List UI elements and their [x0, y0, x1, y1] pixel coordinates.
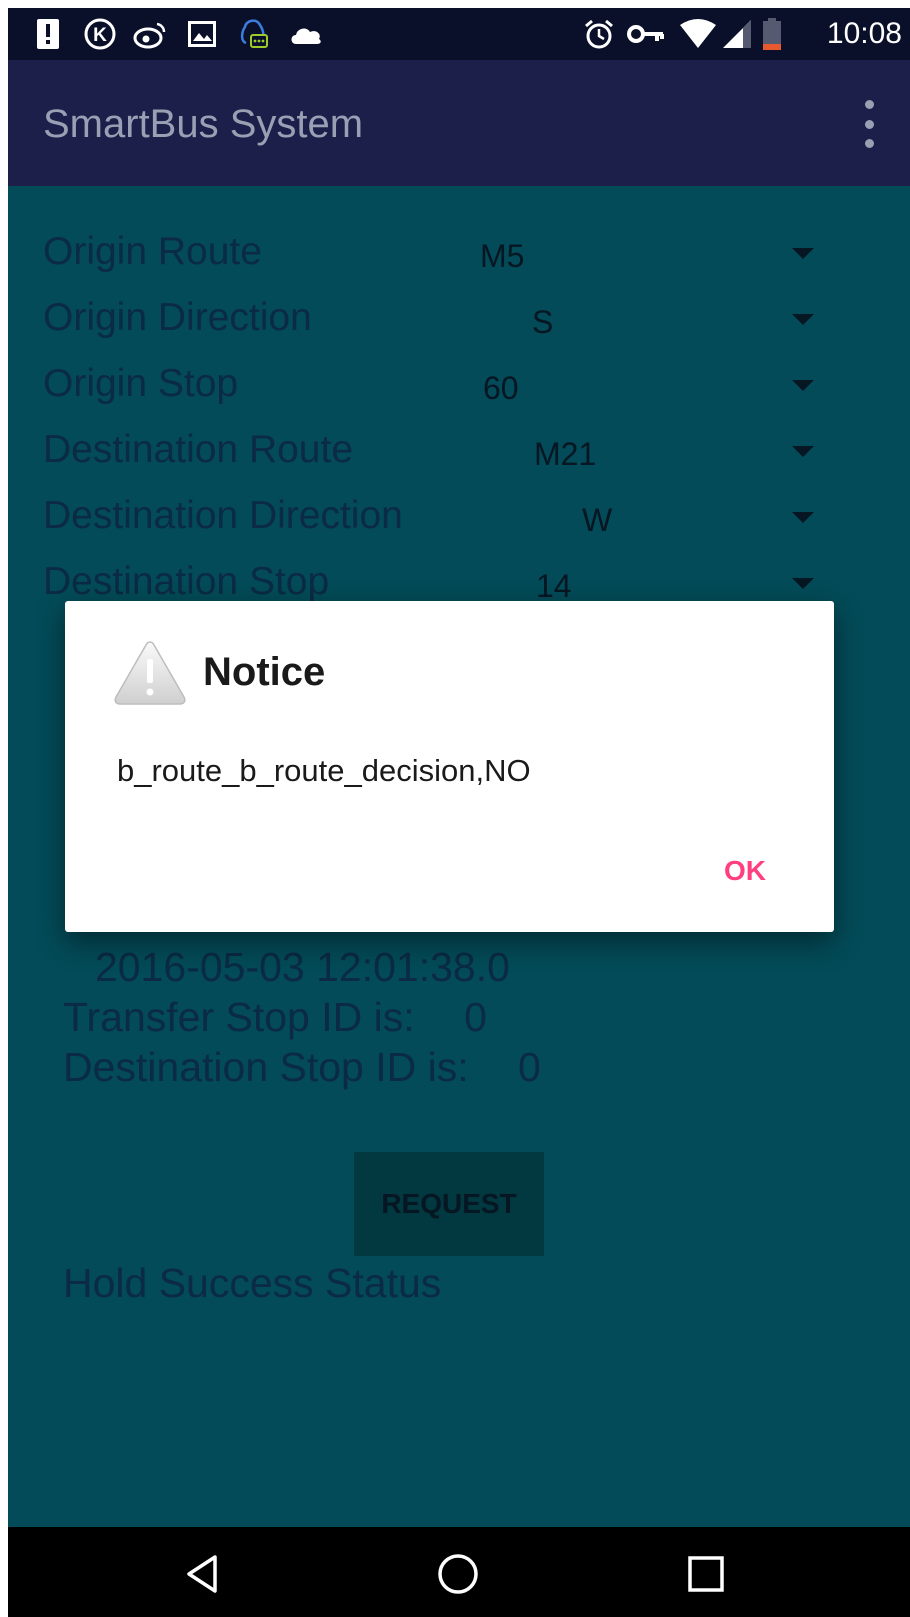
back-icon[interactable] — [173, 1544, 233, 1604]
status-time: 10:08 — [826, 17, 902, 50]
dropdown-caret-icon[interactable] — [792, 512, 814, 523]
origin-route-label: Origin Route — [43, 230, 262, 273]
transfer-stop-value: 0 — [464, 994, 487, 1040]
vpn-key-icon — [626, 18, 666, 50]
origin-direction-spinner[interactable]: S — [532, 304, 553, 340]
battery-low-icon — [760, 18, 784, 50]
wifi-icon — [678, 18, 718, 50]
destination-route-spinner[interactable]: M21 — [534, 436, 596, 472]
home-icon[interactable] — [428, 1544, 488, 1604]
transfer-stop-label: Transfer Stop ID is: — [63, 994, 415, 1040]
transfer-stop-line: Transfer Stop ID is: 0 — [63, 994, 487, 1040]
dialog-title: Notice — [203, 650, 326, 694]
alarm-icon — [582, 18, 616, 50]
dropdown-caret-icon[interactable] — [792, 248, 814, 259]
dropdown-caret-icon[interactable] — [792, 446, 814, 457]
destination-stop-spinner[interactable]: 14 — [536, 568, 572, 604]
warning-icon — [113, 639, 187, 707]
hold-success-status: Hold Success Status — [63, 1260, 442, 1306]
qq-icon — [236, 18, 272, 50]
dropdown-caret-icon[interactable] — [792, 578, 814, 589]
origin-route-row: Origin Route M5 — [8, 220, 910, 286]
destination-direction-spinner[interactable]: W — [582, 502, 612, 538]
destination-route-row: Destination Route M21 — [8, 418, 910, 484]
navigation-bar — [8, 1527, 910, 1617]
device-screen: K 10:08 SmartBus System Origin Route M5 … — [8, 8, 910, 1617]
ok-button[interactable]: OK — [695, 843, 795, 899]
origin-stop-row: Origin Stop 60 — [8, 352, 910, 418]
destination-stop-id-value: 0 — [518, 1044, 541, 1090]
cloud-icon — [288, 18, 324, 50]
app-bar: SmartBus System — [8, 60, 910, 186]
signal-icon — [720, 18, 754, 50]
destination-direction-label: Destination Direction — [43, 494, 403, 537]
status-bar: K 10:08 — [8, 8, 910, 60]
timestamp-text: 2016-05-03 12:01:38.0 — [95, 944, 510, 990]
app-title: SmartBus System — [43, 102, 364, 146]
alert-icon — [34, 18, 62, 50]
notice-dialog: Notice b_route_b_route_decision,NO OK — [65, 601, 834, 932]
svg-text:K: K — [93, 25, 107, 46]
image-icon — [186, 18, 218, 50]
k-app-icon: K — [82, 18, 118, 50]
destination-stop-label: Destination Stop — [43, 560, 330, 603]
dropdown-caret-icon[interactable] — [792, 380, 814, 391]
destination-route-label: Destination Route — [43, 428, 354, 471]
destination-stop-line: Destination Stop ID is: 0 — [63, 1044, 541, 1090]
origin-route-spinner[interactable]: M5 — [480, 238, 524, 274]
origin-direction-row: Origin Direction S — [8, 286, 910, 352]
origin-stop-label: Origin Stop — [43, 362, 239, 405]
request-button[interactable]: REQUEST — [354, 1152, 544, 1256]
destination-direction-row: Destination Direction W — [8, 484, 910, 550]
overflow-menu-icon[interactable] — [854, 100, 884, 148]
dropdown-caret-icon[interactable] — [792, 314, 814, 325]
origin-direction-label: Origin Direction — [43, 296, 312, 339]
dialog-message: b_route_b_route_decision,NO — [117, 753, 531, 788]
origin-stop-spinner[interactable]: 60 — [483, 370, 519, 406]
recents-icon[interactable] — [676, 1544, 736, 1604]
destination-stop-id-label: Destination Stop ID is: — [63, 1044, 469, 1090]
weibo-icon — [132, 18, 168, 50]
